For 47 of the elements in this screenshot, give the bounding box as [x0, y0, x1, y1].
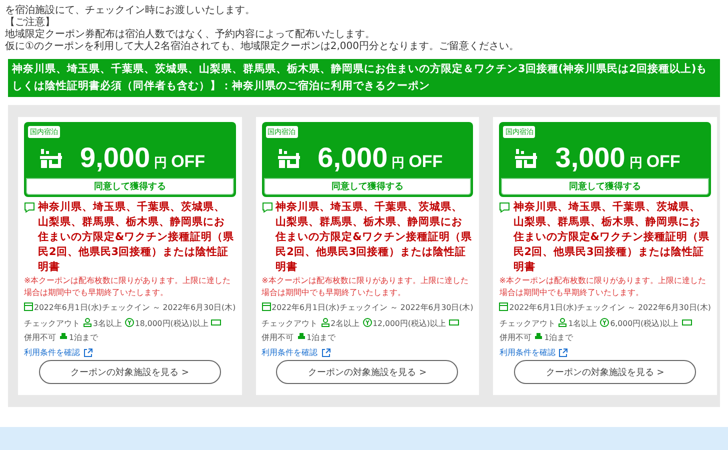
person-icon [83, 318, 92, 327]
note-text: ※本クーポンは配布枚数に限りがあります。上限に達した場合は期間中でも早期終了いたします。 [24, 275, 232, 299]
currency-unit: 円 [629, 155, 642, 172]
calendar-icon [499, 302, 508, 311]
calendar-icon [24, 302, 33, 311]
facilities-button[interactable]: クーポンの対象施設を見る > [514, 360, 696, 384]
facilities-button[interactable]: クーポンの対象施設を見る > [38, 360, 221, 384]
yen-coin-icon [600, 318, 610, 327]
facilities-button[interactable]: クーポンの対象施設を見る > [276, 360, 458, 384]
person-icon [558, 318, 568, 327]
currency-unit: 円 [154, 155, 168, 172]
off-label: OFF [646, 152, 680, 172]
note-text: ※本クーポンは配布枚数に限りがあります。上限に達した場合は期間中でも早期終了いたします。 [499, 275, 707, 299]
hotel-icon [40, 147, 62, 169]
condition-text: 神奈川県、埼玉県、千葉県、茨城県、山梨県、群馬県、栃木県、静岡県にお住まいの方限定&ワクチン接種証明（県民2回、他県民3回接種）または陰性証明書 [38, 200, 236, 275]
notice-text: 仮に①のクーポンを利用して大人2名宿泊されても、地域限定クーポンは2,000円分となります。ご留意ください。 [5, 41, 520, 53]
hotel-icon [515, 147, 538, 169]
discount-amount: 9,000 [80, 141, 150, 175]
terms-link[interactable]: 利用条件を確認 [499, 347, 556, 358]
off-label: OFF [408, 152, 443, 172]
currency-unit: 円 [392, 155, 405, 172]
note-text: ※本クーポンは配布枚数に限りがあります。上限に達した場合は期間中でも早期終了いたします。 [262, 275, 470, 299]
coupon-banner: 神奈川県、埼玉県、千葉県、茨城県、山梨県、群馬県、栃木県、静岡県にお住まいの方限定＆ワクチン3回接種(神奈川県民は2回接種以上)もしくは陰性証明書必須（同伴者も含む）】：神奈川県のご宿泊に利用できるクーポン [8, 59, 720, 97]
speech-bubble-icon [262, 202, 273, 213]
terms-link[interactable]: 利用条件を確認 [262, 347, 318, 358]
discount-amount: 3,000 [555, 141, 626, 175]
external-link-icon [83, 348, 93, 358]
person-icon [320, 318, 330, 327]
notice-text: 【ご注意】 [5, 17, 56, 28]
hotel-icon [278, 147, 300, 169]
notice-text: を宿泊施設にて、チェックイン時にお渡しいたします。 [5, 5, 256, 16]
claim-button[interactable]: 同意して獲得する [26, 178, 234, 195]
external-link-icon [320, 348, 331, 358]
terms-link[interactable]: 利用条件を確認 [24, 347, 80, 358]
discount-amount: 6,000 [318, 141, 388, 175]
calendar-icon [262, 302, 271, 311]
claim-button[interactable]: 同意して獲得する [264, 178, 472, 195]
condition-text: 神奈川県、埼玉県、千葉県、茨城県、山梨県、群馬県、栃木県、静岡県にお住まいの方限定&ワクチン接種証明（県民2回、他県民3回接種）または陰性証明書 [513, 200, 710, 275]
yen-coin-icon [362, 318, 372, 327]
claim-button[interactable]: 同意して獲得する [501, 178, 709, 195]
notice-text: 地域限定クーポン券配布は宿泊人数ではなく、予約内容によって配布いたします。 [5, 29, 376, 40]
external-link-icon [558, 348, 568, 358]
speech-bubble-icon [499, 202, 510, 213]
speech-bubble-icon [24, 202, 35, 213]
yen-coin-icon [124, 318, 134, 327]
condition-text: 神奈川県、埼玉県、千葉県、茨城県、山梨県、群馬県、栃木県、静岡県にお住まいの方限定&ワクチン接種証明（県民2回、他県民3回接種）または陰性証明書 [276, 200, 473, 275]
off-label: OFF [171, 152, 206, 172]
